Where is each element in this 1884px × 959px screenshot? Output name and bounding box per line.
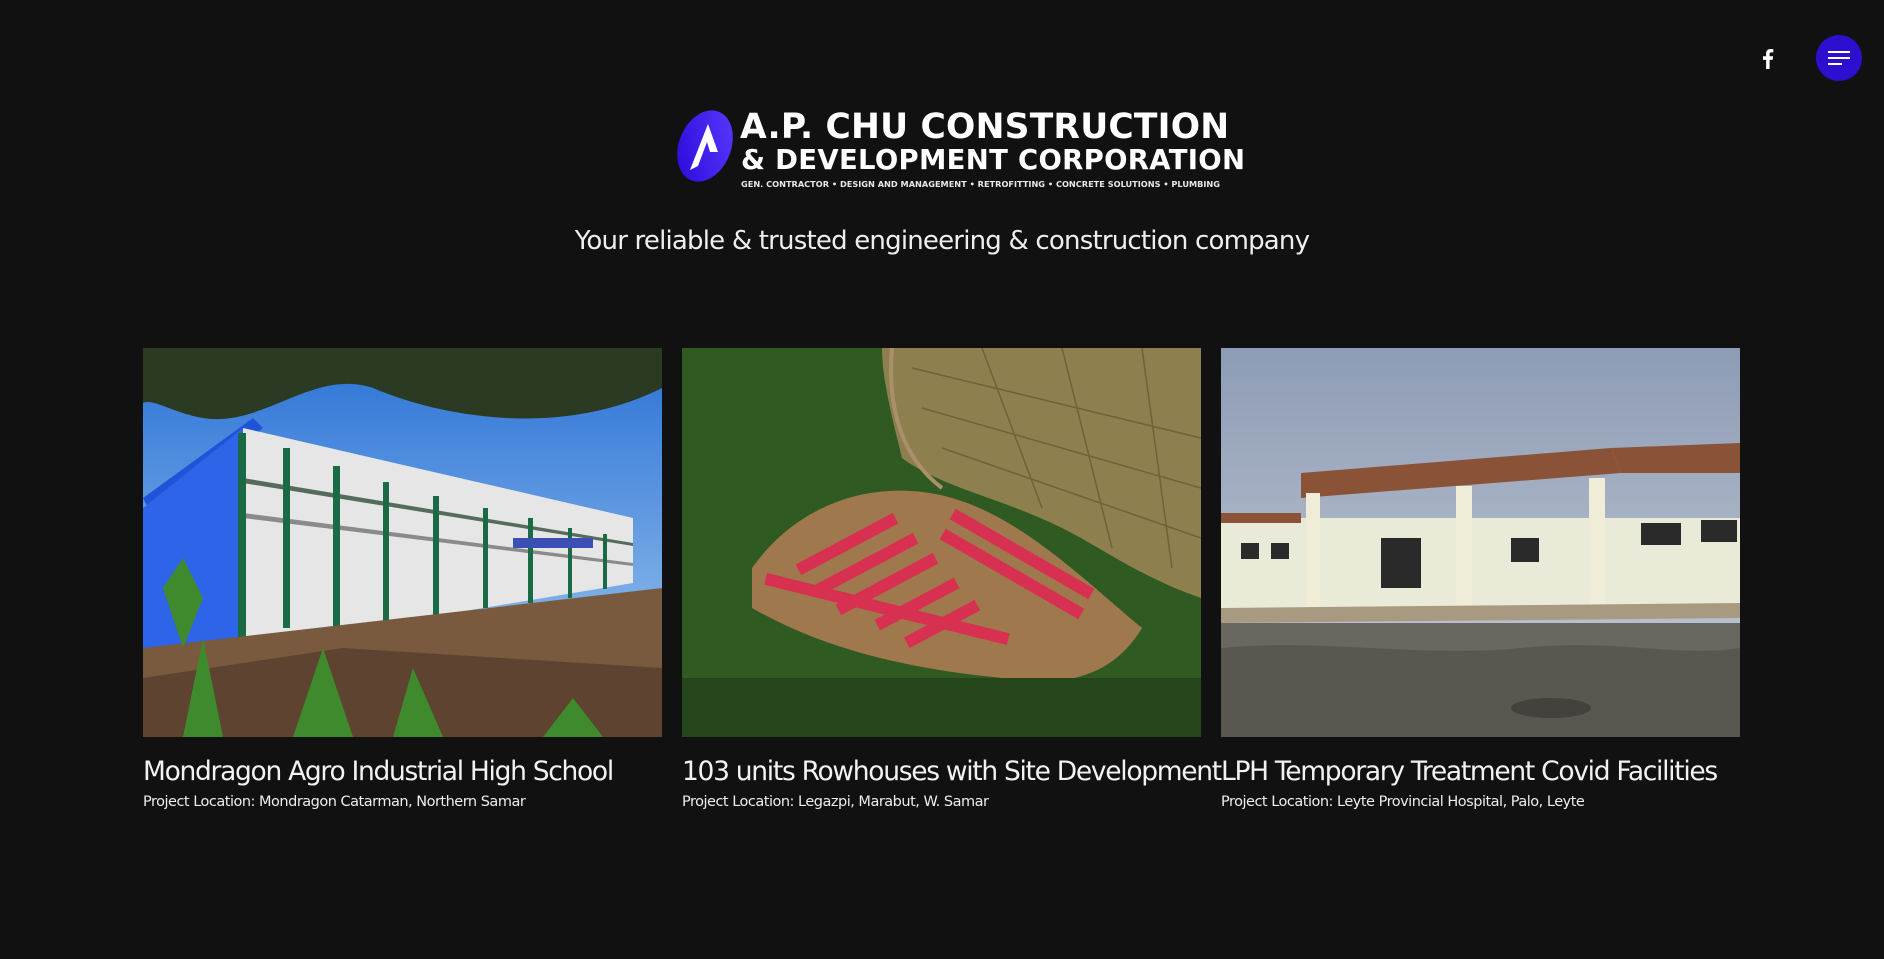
menu-button[interactable] [1816, 35, 1862, 81]
project-location: Project Location: Leyte Provincial Hospi… [1221, 793, 1585, 810]
project-title[interactable]: Mondragon Agro Industrial High School [143, 756, 662, 788]
project-location: Project Location: Mondragon Catarman, No… [143, 793, 526, 810]
project-title[interactable]: 103 units Rowhouses with Site Developmen… [682, 756, 1222, 788]
project-location: Project Location: Legazpi, Marabut, W. S… [682, 793, 989, 810]
logo-company-name: A.P. CHU CONSTRUCTION [740, 107, 1230, 147]
page: A.P. CHU CONSTRUCTION & DEVELOPMENT CORP… [0, 0, 1884, 959]
facebook-link[interactable] [1756, 44, 1780, 74]
company-logo[interactable]: A.P. CHU CONSTRUCTION & DEVELOPMENT CORP… [674, 106, 1245, 188]
project-card[interactable]: Mondragon Agro Industrial High School Pr… [143, 348, 662, 810]
tagline: Your reliable & trusted engineering & co… [574, 226, 1310, 256]
projects-grid: Mondragon Agro Industrial High School Pr… [143, 348, 1740, 818]
logo-services: GEN. CONTRACTOR • DESIGN AND MANAGEMENT … [741, 179, 1220, 189]
logo-company-subname: & DEVELOPMENT CORPORATION [741, 144, 1246, 176]
hamburger-menu-icon [1828, 51, 1850, 65]
project-card[interactable]: LPH Temporary Treatment Covid Facilities… [1221, 348, 1740, 810]
project-title[interactable]: LPH Temporary Treatment Covid Facilities [1221, 756, 1740, 788]
project-card[interactable]: 103 units Rowhouses with Site Developmen… [682, 348, 1222, 810]
facebook-icon [1763, 49, 1774, 69]
logo-mark-icon [677, 110, 733, 182]
project-image-rowhouses[interactable] [682, 348, 1201, 737]
project-image-covid-facility[interactable] [1221, 348, 1740, 737]
project-image-school[interactable] [143, 348, 662, 737]
